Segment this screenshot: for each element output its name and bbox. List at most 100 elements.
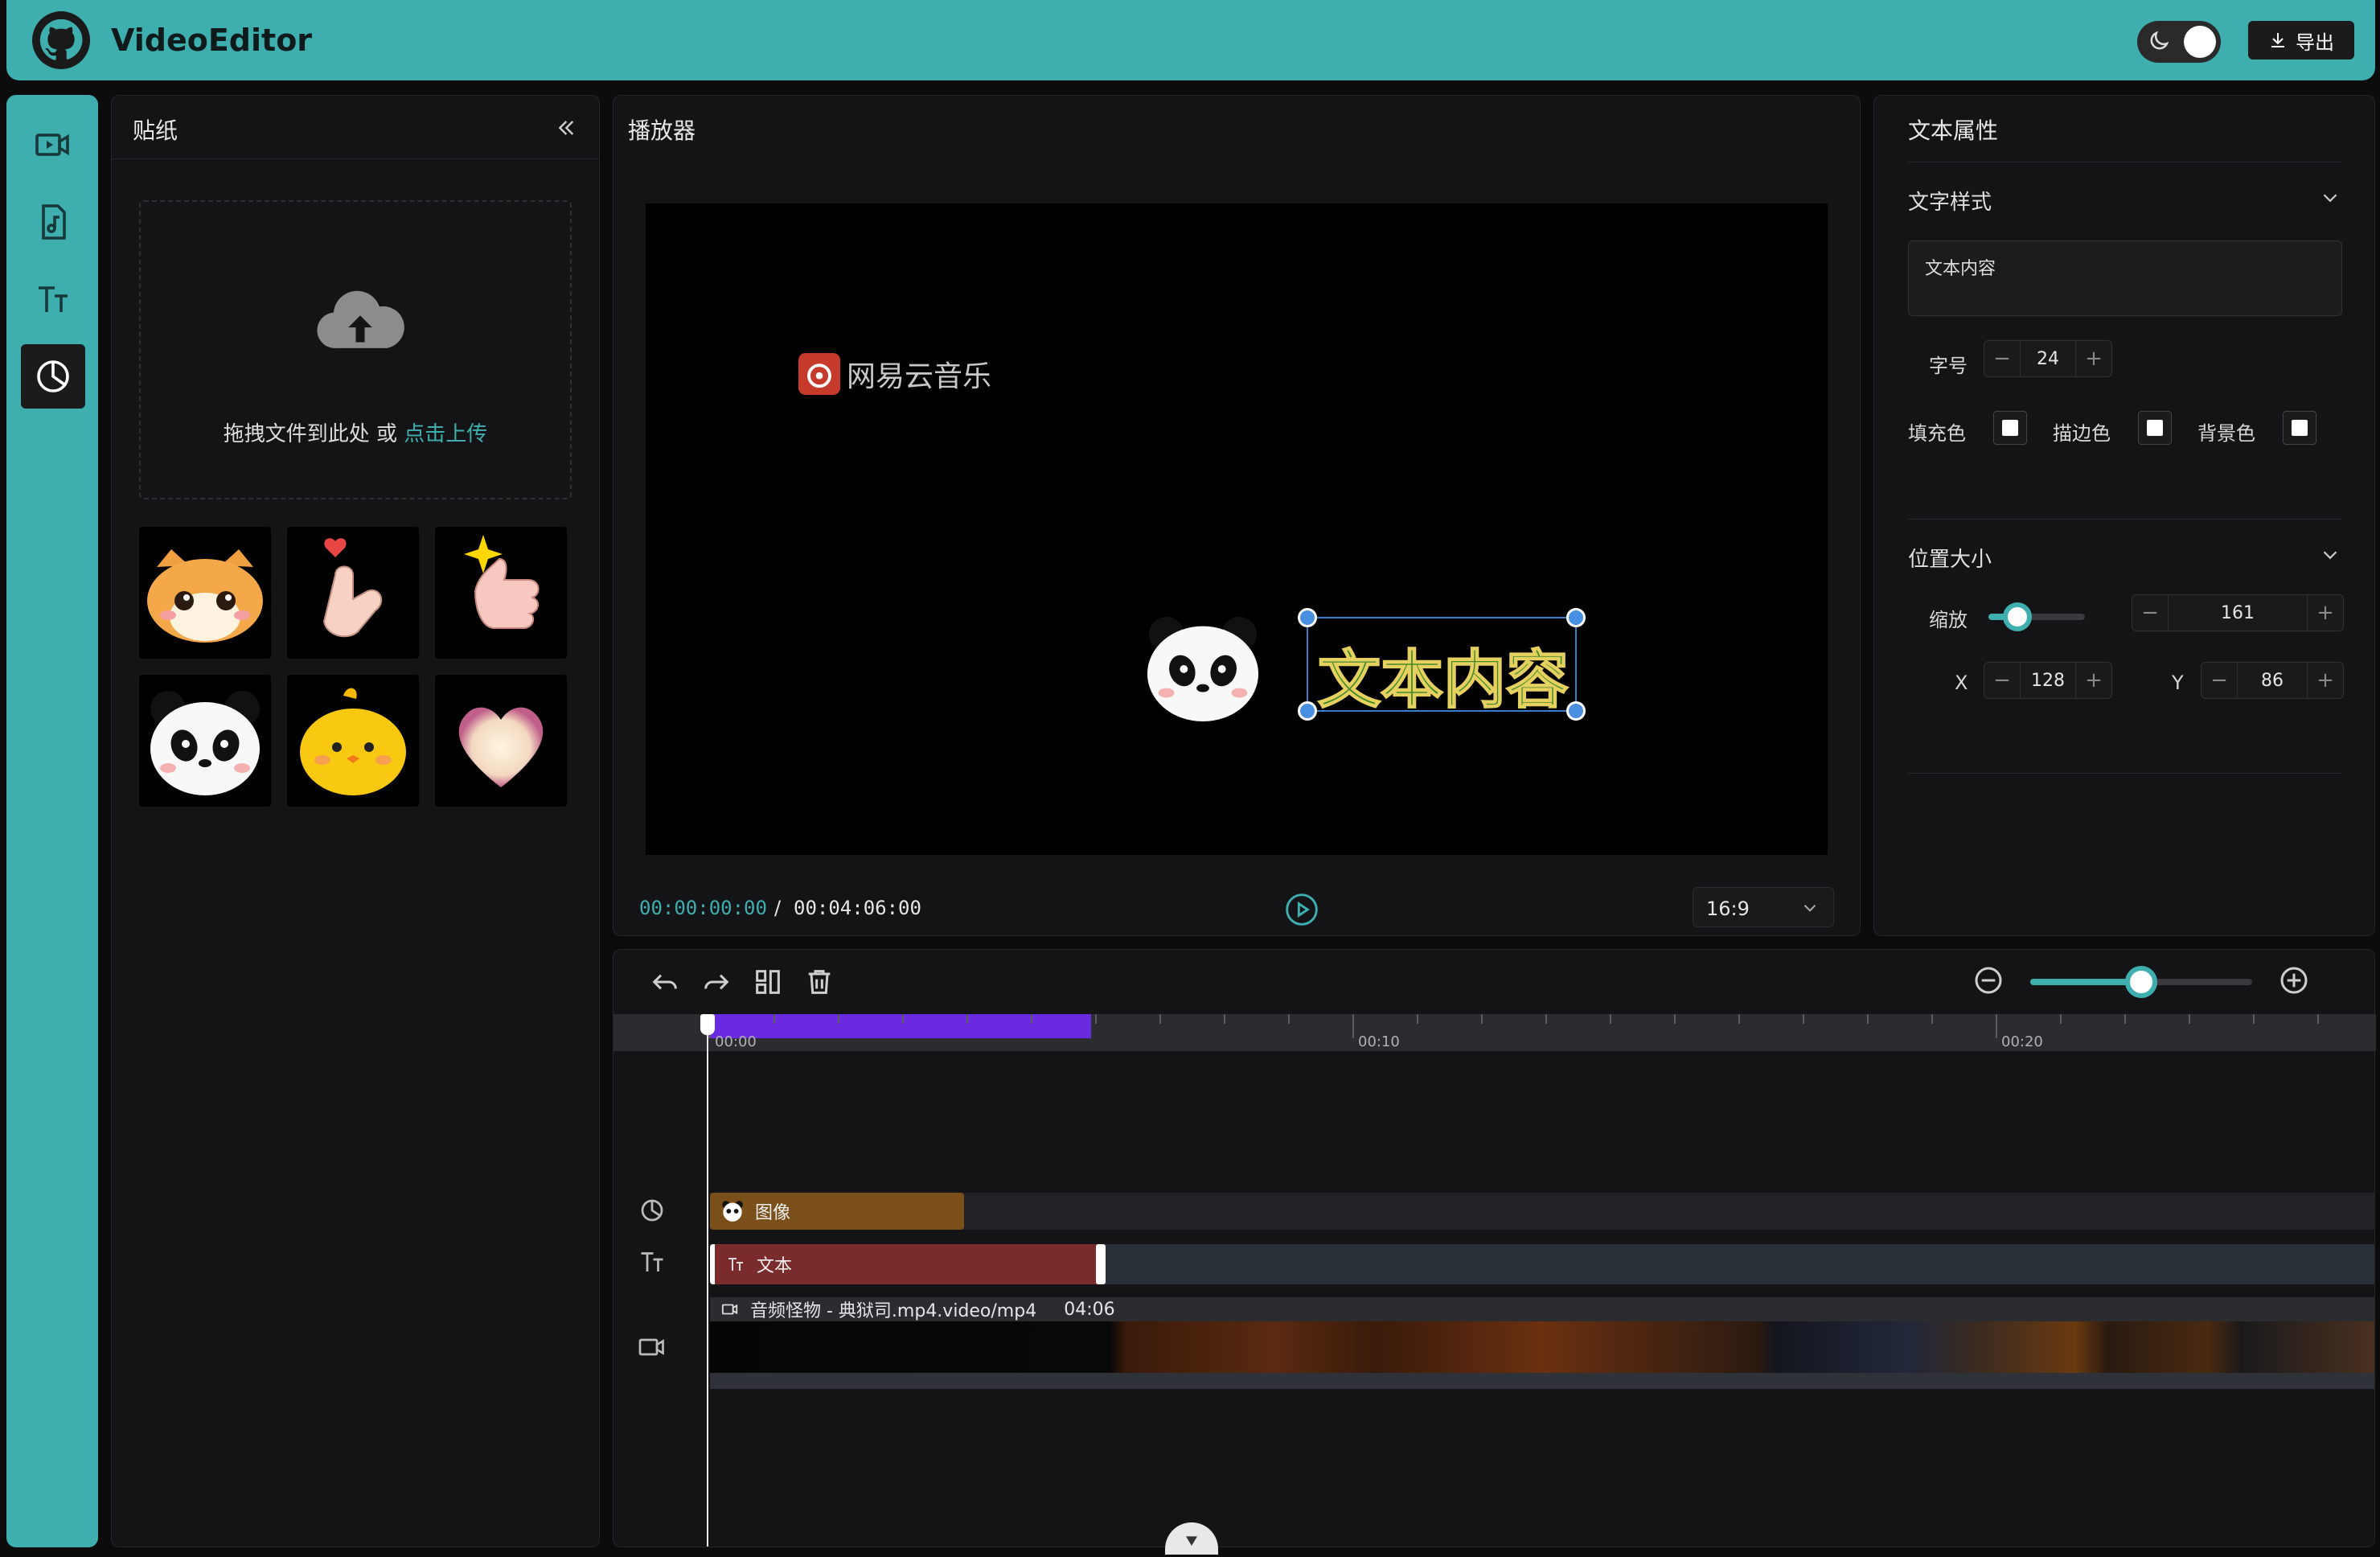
- resize-handle[interactable]: [1566, 608, 1586, 627]
- video-canvas[interactable]: 网易云音乐 文本内容: [646, 203, 1828, 855]
- tick-label: 00:00: [715, 1033, 757, 1050]
- video-icon: [721, 1304, 738, 1315]
- scale-label: 缩放: [1929, 609, 1968, 631]
- text-icon: [39, 286, 68, 312]
- watermark: 网易云音乐: [798, 353, 991, 395]
- sticker-panda[interactable]: [139, 675, 271, 807]
- position-size-section[interactable]: 位置大小: [1908, 543, 2342, 573]
- sticker-glow-heart[interactable]: [435, 675, 567, 807]
- playhead-handle[interactable]: [700, 1014, 715, 1035]
- undo-icon[interactable]: [649, 966, 681, 998]
- click-upload-link[interactable]: 点击上传: [404, 422, 487, 446]
- player-panel: 播放器 网易云音乐 文本内容 00:00:00:00 / 00:04:06:00…: [613, 95, 1861, 936]
- zoom-in-icon[interactable]: [2278, 964, 2310, 996]
- moon-icon: [2150, 31, 2169, 50]
- time-separator: /: [774, 897, 782, 919]
- theme-toggle[interactable]: [2137, 21, 2221, 63]
- collapse-timeline-button[interactable]: [1165, 1522, 1218, 1555]
- rail-sticker-button[interactable]: [21, 344, 85, 409]
- stroke-color-label: 描边色: [2053, 422, 2111, 445]
- sticker-finger-heart[interactable]: [287, 527, 419, 659]
- decrement-button[interactable]: −: [2132, 601, 2168, 625]
- slider-thumb[interactable]: [2003, 602, 2032, 631]
- fill-color-picker[interactable]: [1993, 411, 2027, 445]
- image-clip[interactable]: 图像: [710, 1193, 964, 1230]
- x-label: X: [1955, 672, 1968, 694]
- font-size-label: 字号: [1929, 355, 1968, 377]
- video-track-footer: [710, 1373, 2374, 1389]
- x-stepper[interactable]: − 128 +: [1984, 662, 2112, 699]
- sticker-thumbs-up[interactable]: [435, 527, 567, 659]
- decrement-button[interactable]: −: [1984, 668, 2020, 692]
- tool-rail: [6, 95, 98, 1547]
- player-title: 播放器: [628, 117, 696, 144]
- upload-dropzone[interactable]: 拖拽文件到此处 或 点击上传: [139, 200, 572, 499]
- sticker-panel: 贴纸 拖拽文件到此处 或 点击上传: [111, 95, 600, 1547]
- chevron-down-icon: [2323, 551, 2337, 560]
- decrement-button[interactable]: −: [1984, 347, 2020, 371]
- chevron-down-icon: [2323, 194, 2337, 203]
- rail-text-button[interactable]: [21, 267, 85, 331]
- rail-video-button[interactable]: [21, 113, 85, 177]
- app-header: VideoEditor 导出: [6, 0, 2375, 80]
- y-stepper[interactable]: − 86 +: [2201, 662, 2344, 699]
- text-track-icon: [641, 1252, 663, 1271]
- video-track-header[interactable]: 音频怪物 - 典狱司.mp4.video/mp4 04:06: [710, 1297, 2374, 1321]
- video-track-icon: [638, 1338, 664, 1356]
- scale-stepper[interactable]: − 161 +: [2132, 594, 2344, 631]
- playhead[interactable]: [707, 1014, 708, 1547]
- bg-color-picker[interactable]: [2283, 411, 2316, 445]
- timeline-panel: 00:00 00:10 00:20 图像 文本 音频怪物 - 典狱司.mp4.v…: [613, 949, 2376, 1555]
- text-style-section[interactable]: 文字样式: [1908, 186, 2342, 216]
- play-icon[interactable]: [1284, 892, 1319, 927]
- sticker-cat[interactable]: [139, 527, 271, 659]
- sticker-track-icon: [641, 1199, 663, 1222]
- panda-thumb-icon: [722, 1201, 743, 1222]
- split-icon[interactable]: [752, 966, 784, 998]
- export-button[interactable]: 导出: [2248, 21, 2354, 60]
- font-size-stepper[interactable]: − 24 +: [1984, 340, 2112, 377]
- fill-color-label: 填充色: [1908, 422, 1966, 445]
- timeline-zoom-slider[interactable]: [2030, 966, 2252, 998]
- redo-icon[interactable]: [700, 966, 732, 998]
- text-overlay-selection[interactable]: 文本内容: [1298, 608, 1586, 721]
- text-properties-panel: 文本属性 文字样式 文本内容 字号 − 24 + 填充色 描边色 背景色 位置大…: [1873, 95, 2375, 936]
- sticker-icon: [37, 360, 69, 392]
- bg-color-label: 背景色: [2197, 422, 2255, 445]
- github-logo-icon[interactable]: [32, 11, 90, 69]
- tick-label: 00:10: [1358, 1033, 1400, 1050]
- slider-thumb[interactable]: [2125, 966, 2157, 998]
- video-clip-name: 音频怪物 - 典狱司.mp4.video/mp4: [750, 1301, 1037, 1321]
- increment-button[interactable]: +: [2308, 601, 2343, 625]
- current-time: 00:00:00:00: [639, 897, 767, 919]
- increment-button[interactable]: +: [2076, 347, 2111, 371]
- increment-button[interactable]: +: [2308, 668, 2343, 692]
- upload-instructions: 拖拽文件到此处 或 点击上传: [223, 422, 488, 446]
- y-label: Y: [2172, 672, 2184, 694]
- panda-sticker-overlay[interactable]: [1138, 606, 1268, 725]
- clip-trim-handle[interactable]: [1096, 1244, 1106, 1284]
- zoom-out-icon[interactable]: [1972, 964, 2005, 996]
- cloud-upload-icon: [317, 290, 404, 348]
- chevron-down-icon: [1186, 1536, 1197, 1546]
- decrement-button[interactable]: −: [2202, 668, 2237, 692]
- video-clip-thumbnails[interactable]: [710, 1321, 2374, 1373]
- text-clip[interactable]: 文本: [710, 1244, 1101, 1284]
- scale-slider[interactable]: [1988, 602, 2085, 631]
- increment-button[interactable]: +: [2076, 668, 2111, 692]
- stroke-color-picker[interactable]: [2138, 411, 2172, 445]
- text-content-input[interactable]: 文本内容: [1908, 240, 2342, 316]
- sticker-chick[interactable]: [287, 675, 419, 807]
- video-clip-duration: 04:06: [1064, 1299, 1115, 1320]
- resize-handle[interactable]: [1566, 701, 1586, 721]
- resize-handle[interactable]: [1298, 608, 1317, 627]
- resize-handle[interactable]: [1298, 701, 1317, 721]
- audio-file-icon: [42, 204, 66, 240]
- time-ruler[interactable]: [613, 1014, 2376, 1051]
- delete-icon[interactable]: [803, 966, 835, 998]
- rail-audio-button[interactable]: [21, 190, 85, 254]
- collapse-icon[interactable]: [552, 115, 578, 141]
- aspect-ratio-select[interactable]: 16:9: [1693, 887, 1834, 927]
- chevron-down-icon: [1803, 905, 1816, 912]
- sticker-panel-title: 贴纸: [133, 117, 178, 144]
